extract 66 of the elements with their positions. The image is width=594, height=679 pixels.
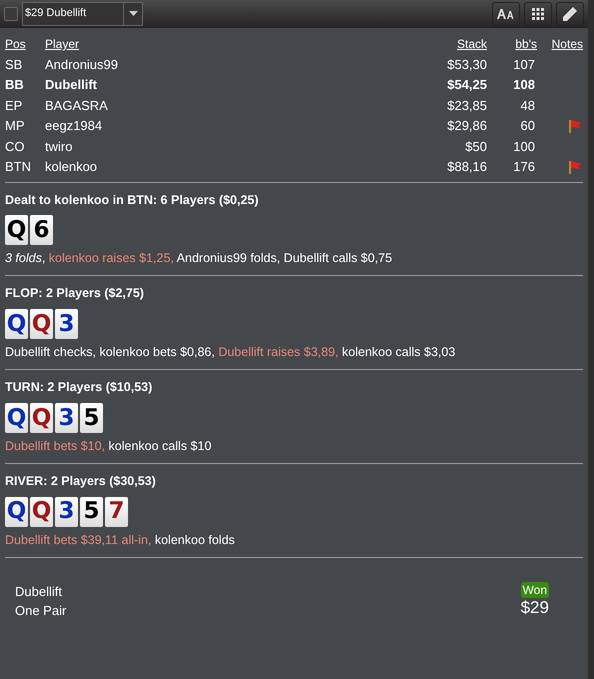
hand-dropdown[interactable]: $29 Dubellift [22,2,143,26]
won-amount: $29 [520,598,549,618]
grid-button[interactable] [524,2,552,26]
playing-card: 3 [55,309,78,339]
hand-rank: One Pair [15,602,66,620]
table-cell-text: $53,30 [447,56,487,74]
playing-card: Q [5,215,28,246]
column-header[interactable]: Pos [5,34,45,54]
column-header[interactable]: bb's [515,34,537,54]
playing-card: 5 [80,496,103,526]
table-cell-text: CO [5,138,26,156]
table-cell-text: $23,85 [447,96,487,114]
street-title: RIVER: 2 Players ($30,53) [5,472,157,490]
flag-icon [567,159,583,176]
playing-card: Q [30,496,53,526]
pencil-icon [562,6,578,22]
street-title: FLOP: 2 Players ($2,75) [5,285,145,302]
table-cell-text: Andronius99 [45,56,119,74]
table-cell-text: Dubellift [45,76,98,94]
edit-button[interactable] [556,2,584,26]
playing-card: 6 [30,215,53,246]
table-cell-text: 48 [520,96,536,114]
table-cell-text: 108 [513,76,536,94]
winner-name: Dubellift [15,582,63,600]
playing-card: Q [5,496,28,526]
won-badge: Won [520,582,549,598]
playing-card: Q [30,309,53,339]
table-cell-text: twiro [45,138,74,156]
playing-card: 7 [105,496,128,526]
column-header[interactable]: Player [45,34,407,54]
table-cell-text: BB [5,76,25,94]
action-line: Dubellift bets $39,11 all-in, kolenkoo folds [5,532,236,548]
playing-card: Q [30,402,53,433]
checkbox[interactable] [4,6,18,20]
table-cell-text: BTN [5,158,32,176]
table-cell-text: $88,16 [447,158,487,176]
table-cell-text: $50 [465,138,487,156]
street-title: Dealt to kolenkoo in BTN: 6 Players ($0,25) [5,192,260,209]
street-title: TURN: 2 Players ($10,53) [5,379,154,396]
action-line: Dubellift bets $10, kolenkoo calls $10 [5,438,212,455]
playing-card: Q [5,402,28,433]
table-cell-text: 176 [513,158,536,176]
font-size-button[interactable] [492,2,520,26]
table-cell-text: 107 [513,56,536,74]
action-line: Dubellift checks, kolenkoo bets $0,86, Dubellift raises $3,89, kolenkoo calls $3,03 [5,344,456,361]
table-cell-text: 60 [520,117,536,135]
action-line: 3 folds, kolenkoo raises $1,25, Andronius99 folds, Dubellift calls $0,75 [5,250,394,268]
table-cell-text: SB [5,56,24,74]
column-header[interactable]: Notes [552,34,583,54]
table-cell-text: $54,25 [447,76,487,94]
flag-icon [567,118,583,134]
playing-card: Q [5,309,28,339]
table-cell-text: $29,86 [447,117,487,135]
playing-card: 3 [55,496,78,526]
column-header[interactable]: Stack [456,34,487,54]
table-cell-text: eegz1984 [45,117,104,135]
table-cell-text: MP [5,117,26,135]
table-cell-text: kolenkoo [45,158,98,176]
font-size-icon [497,8,515,18]
table-cell-text: BAGASRA [45,96,109,114]
table-cell-text: 100 [513,138,536,156]
caret-icon [128,11,138,16]
playing-card: 5 [80,402,103,433]
table-cell-text: EP [5,96,24,114]
grid-icon [532,8,544,20]
playing-card: 3 [55,402,78,433]
